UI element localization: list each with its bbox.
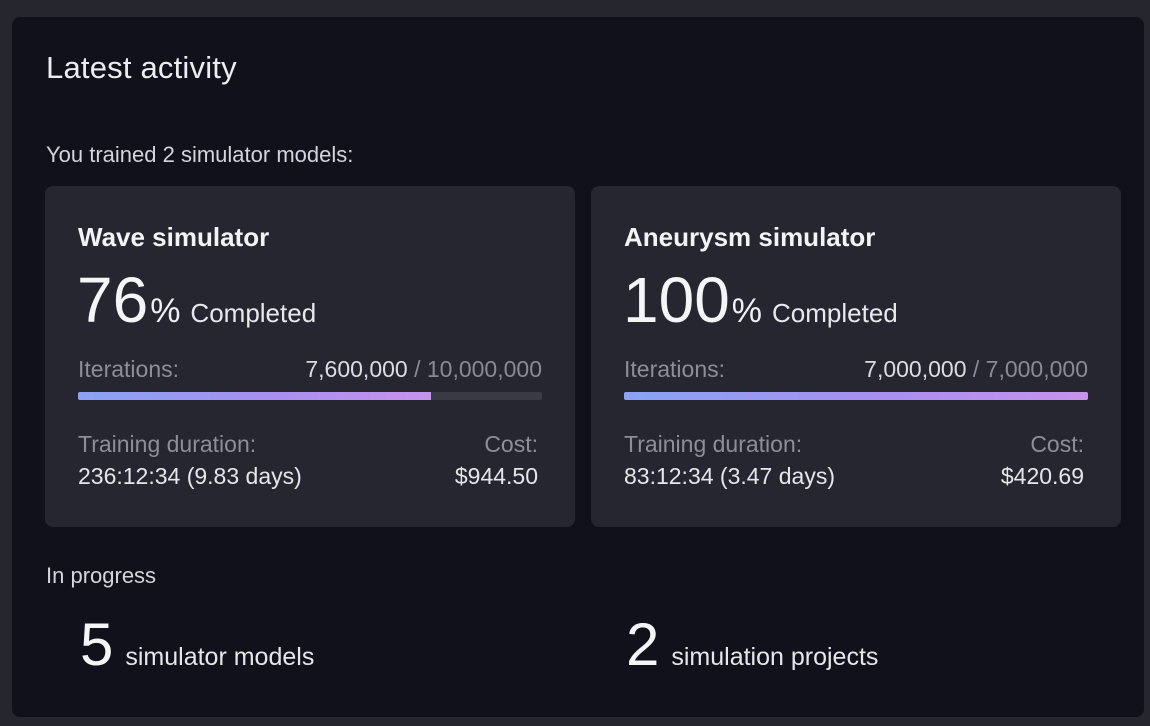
duration-label: Training duration: (78, 431, 257, 457)
progress-bar (78, 392, 542, 400)
duration-value: 236:12:34 (9.83 days) (78, 463, 302, 489)
cost-value: $420.69 (1000, 463, 1084, 489)
completion-percentage: 100 % Completed (623, 268, 898, 332)
iterations-done: 7,600,000 (305, 356, 408, 382)
iterations-row: Iterations: 7,000,000 / 7,000,000 (624, 356, 1088, 383)
completion-percentage: 76 % Completed (77, 268, 316, 332)
meta-labels: Training duration: Cost: (78, 431, 538, 458)
model-card-aneurysm-simulator[interactable]: Aneurysm simulator 100 % Completed Itera… (591, 186, 1121, 527)
duration-label: Training duration: (624, 431, 803, 457)
percent-value: 76 (77, 264, 149, 336)
progress-bar (624, 392, 1088, 400)
percent-sign: % (150, 292, 181, 330)
cost-label: Cost: (1030, 431, 1084, 457)
in-progress-simulation-projects[interactable]: 2 simulation projects (626, 615, 878, 675)
iterations-total: 10,000,000 (426, 356, 542, 382)
iterations-label: Iterations: (624, 356, 725, 382)
model-title: Wave simulator (78, 222, 270, 252)
latest-activity-panel: Latest activity You trained 2 simulator … (12, 17, 1144, 717)
percent-value: 100 (623, 264, 730, 336)
stat-count: 5 (80, 611, 114, 678)
iterations-total: 7,000,000 (985, 356, 1088, 382)
stat-label: simulation projects (671, 643, 879, 671)
iterations-separator: / (414, 356, 421, 382)
duration-value: 83:12:34 (3.47 days) (624, 463, 835, 489)
panel-title: Latest activity (46, 50, 237, 85)
meta-values: 83:12:34 (3.47 days) $420.69 (624, 463, 1084, 490)
cost-value: $944.50 (454, 463, 538, 489)
stat-label: simulator models (125, 643, 315, 671)
percent-label: Completed (190, 298, 317, 328)
model-title: Aneurysm simulator (624, 222, 876, 252)
trained-models-summary: You trained 2 simulator models: (46, 142, 354, 167)
stat-count: 2 (626, 611, 660, 678)
model-card-wave-simulator[interactable]: Wave simulator 76 % Completed Iterations… (45, 186, 575, 527)
in-progress-label: In progress (46, 563, 157, 588)
iterations-values: 7,600,000 / 10,000,000 (305, 356, 542, 383)
meta-values: 236:12:34 (9.83 days) $944.50 (78, 463, 538, 490)
meta-labels: Training duration: Cost: (624, 431, 1084, 458)
in-progress-simulator-models[interactable]: 5 simulator models (80, 615, 314, 675)
iterations-done: 7,000,000 (864, 356, 967, 382)
percent-sign: % (731, 292, 763, 330)
progress-bar-fill (78, 392, 431, 400)
percent-label: Completed (772, 298, 898, 328)
iterations-row: Iterations: 7,600,000 / 10,000,000 (78, 356, 542, 383)
iterations-values: 7,000,000 / 7,000,000 (864, 356, 1088, 383)
iterations-separator: / (972, 356, 980, 382)
progress-bar-fill (624, 392, 1088, 400)
iterations-label: Iterations: (78, 356, 179, 382)
cost-label: Cost: (484, 431, 538, 457)
